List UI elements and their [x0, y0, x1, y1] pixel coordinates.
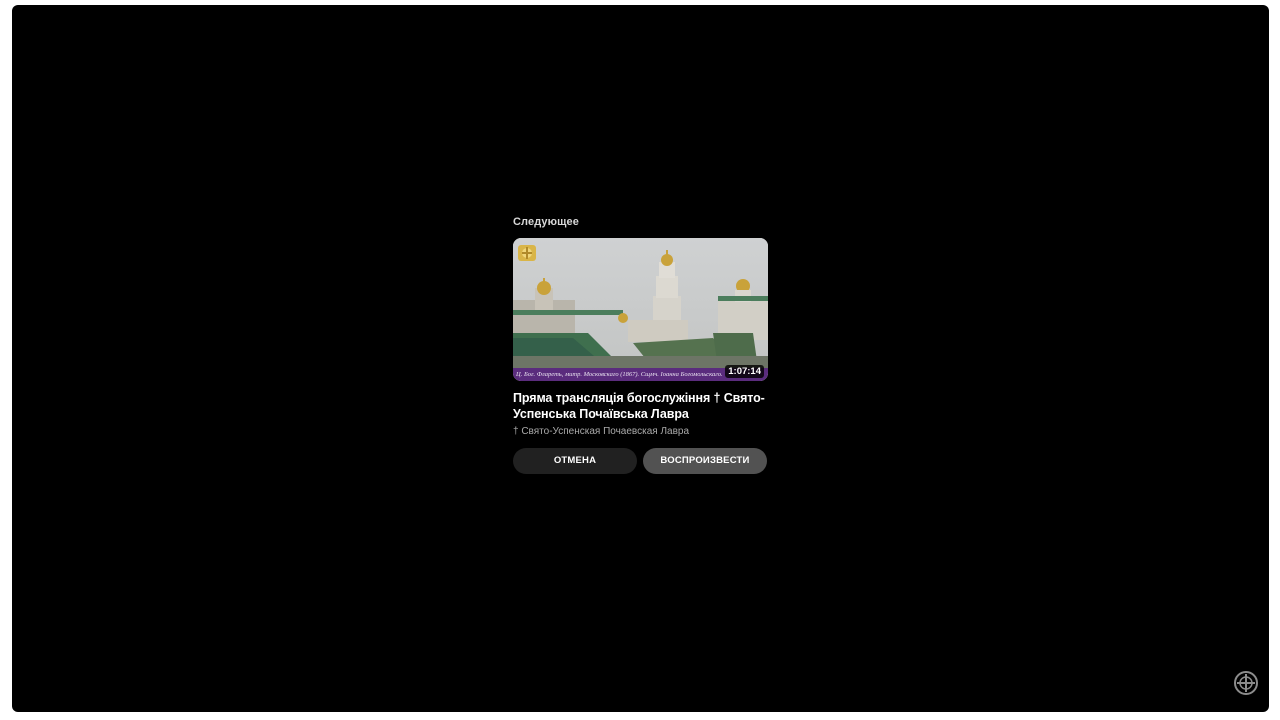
- next-video-thumbnail[interactable]: Ц. Бог. Флареть, митр. Московскаго (1867…: [513, 238, 768, 381]
- endscreen-actions: ОТМЕНА ВОСПРОИЗВЕСТИ: [513, 448, 768, 474]
- next-video-title[interactable]: Пряма трансляція богослужіння † Свято-Ус…: [513, 390, 768, 422]
- up-next-label: Следующее: [513, 216, 579, 228]
- next-video-channel[interactable]: † Свято-Успенская Почаевская Лавра: [513, 425, 768, 439]
- play-now-button[interactable]: ВОСПРОИЗВЕСТИ: [643, 448, 767, 474]
- thumbnail-image: [513, 238, 768, 381]
- cancel-button[interactable]: ОТМЕНА: [513, 448, 637, 474]
- autoplay-endscreen: Следующее Ц. Бог. Флареть, митр. Московс…: [513, 214, 768, 474]
- video-player[interactable]: Следующее Ц. Бог. Флареть, митр. Московс…: [12, 5, 1269, 712]
- monastery-logo-icon: [518, 245, 536, 261]
- video-duration-badge: 1:07:14: [725, 365, 764, 378]
- channel-watermark-icon[interactable]: [1233, 670, 1259, 696]
